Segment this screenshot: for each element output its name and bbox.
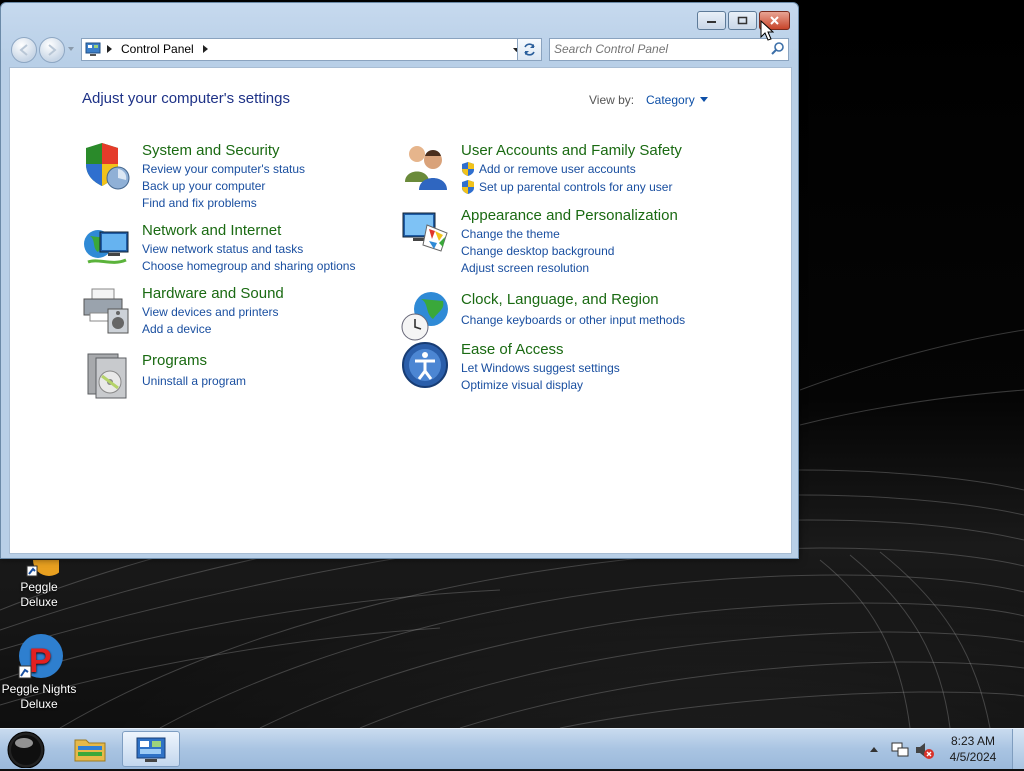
desktop-icon-label: Peggle Deluxe [20, 580, 58, 609]
back-button[interactable] [11, 37, 37, 63]
refresh-icon [524, 43, 535, 56]
minimize-button[interactable] [697, 11, 726, 30]
programs-icon [87, 353, 127, 399]
category-title[interactable]: Clock, Language, and Region [461, 291, 659, 308]
maximize-button[interactable] [728, 11, 757, 30]
desktop-icon-peggle-deluxe[interactable]: Peggle Deluxe [0, 560, 78, 610]
breadcrumb-separator-icon[interactable] [203, 45, 208, 53]
uac-shield-icon [462, 162, 474, 176]
category-link[interactable]: Add or remove user accounts [479, 162, 636, 176]
category-title[interactable]: Ease of Access [461, 341, 564, 358]
tray-icons [870, 742, 934, 759]
category-user-accounts: User Accounts and Family Safety Add or r… [401, 142, 711, 194]
folder-icon [74, 739, 106, 762]
category-title[interactable]: Appearance and Personalization [461, 207, 678, 224]
volume-muted-icon[interactable] [916, 743, 934, 759]
category-clock-language-region: Clock, Language, and Region Change keybo… [401, 291, 711, 341]
mouse-cursor-icon [760, 20, 774, 41]
category-link[interactable]: Change keyboards or other input methods [461, 313, 685, 327]
taskbar-explorer-button[interactable] [62, 731, 118, 765]
printer-speaker-icon [83, 288, 129, 334]
category-link[interactable]: View devices and printers [142, 305, 279, 319]
breadcrumb-control-panel[interactable]: Control Panel [121, 42, 194, 56]
caption-buttons [695, 11, 790, 30]
category-link[interactable]: Choose homegroup and sharing options [142, 259, 355, 273]
start-button[interactable] [5, 730, 47, 769]
clock-time: 8:23 AM [950, 734, 996, 748]
clock-globe-icon [401, 292, 448, 341]
system-tray [866, 735, 946, 763]
category-link[interactable]: Review your computer's status [142, 162, 305, 176]
category-title[interactable]: Programs [142, 352, 207, 369]
users-icon [405, 146, 447, 190]
peggle-nights-icon: P [18, 634, 63, 680]
peggle-icon [26, 560, 59, 577]
refresh-button[interactable] [517, 38, 542, 61]
recent-pages-chevron-icon[interactable] [67, 45, 75, 53]
category-network-and-internet: Network and Internet View network status… [82, 222, 372, 273]
category-title[interactable]: User Accounts and Family Safety [461, 142, 682, 159]
control-panel-icon [85, 42, 101, 56]
category-link[interactable]: Set up parental controls for any user [479, 180, 672, 194]
address-bar[interactable]: Control Panel [81, 38, 526, 61]
control-panel-icon [136, 737, 166, 762]
search-icon[interactable] [771, 42, 785, 56]
monitor-palette-icon [402, 212, 448, 252]
category-link[interactable]: Find and fix problems [142, 196, 257, 210]
desktop-icon-label: Peggle Nights Deluxe [1, 682, 77, 711]
category-appearance: Appearance and Personalization Change th… [401, 207, 711, 277]
control-panel-content: Adjust your computer's settings View by:… [9, 67, 792, 554]
breadcrumb-separator-icon[interactable] [107, 45, 112, 53]
category-link[interactable]: Adjust screen resolution [461, 261, 589, 275]
minimize-icon [707, 21, 716, 23]
svg-text:P: P [29, 642, 52, 680]
search-box[interactable] [549, 38, 789, 61]
show-desktop-button[interactable] [1012, 729, 1024, 769]
category-link[interactable]: Add a device [142, 322, 211, 336]
view-by-label: View by: [589, 93, 635, 107]
category-link[interactable]: Change the theme [461, 227, 560, 241]
page-title: Adjust your computer's settings [82, 90, 290, 107]
view-by-value: Category [646, 93, 695, 107]
network-icon[interactable] [891, 742, 909, 757]
category-programs: Programs Uninstall a program [82, 352, 342, 402]
category-title[interactable]: Network and Internet [142, 222, 281, 239]
search-input[interactable] [554, 41, 760, 56]
ease-of-access-icon [402, 342, 448, 388]
category-title[interactable]: Hardware and Sound [142, 285, 284, 302]
taskbar: 8:23 AM 4/5/2024 [0, 728, 1024, 769]
globe-network-icon [84, 230, 129, 264]
taskbar-clock[interactable]: 8:23 AM 4/5/2024 [944, 733, 1002, 765]
clock-date: 4/5/2024 [949, 750, 997, 764]
category-system-and-security: System and Security Review your computer… [82, 142, 342, 212]
category-link[interactable]: Change desktop background [461, 244, 614, 258]
show-hidden-icons-icon[interactable] [870, 747, 878, 752]
uac-shield-icon [462, 180, 474, 194]
category-link[interactable]: Back up your computer [142, 179, 265, 193]
category-hardware-and-sound: Hardware and Sound View devices and prin… [82, 285, 342, 345]
forward-button[interactable] [39, 37, 65, 63]
view-by-dropdown[interactable]: Category [646, 93, 708, 107]
category-link[interactable]: Uninstall a program [142, 374, 246, 388]
category-link[interactable]: Let Windows suggest settings [461, 361, 620, 375]
category-title[interactable]: System and Security [142, 142, 280, 159]
shield-icon [86, 143, 130, 190]
start-orb-icon [7, 731, 45, 769]
control-panel-window: Control Panel Adjust your computer's set… [0, 2, 799, 559]
maximize-icon [737, 16, 748, 25]
category-link[interactable]: View network status and tasks [142, 242, 303, 256]
navigation-bar: Control Panel [9, 37, 790, 63]
category-link[interactable]: Optimize visual display [461, 378, 583, 392]
category-ease-of-access: Ease of Access Let Windows suggest setti… [401, 341, 711, 392]
back-arrow-icon [19, 44, 28, 56]
desktop-icon-peggle-nights-deluxe[interactable]: P Peggle Nights Deluxe [0, 632, 78, 712]
chevron-down-icon [699, 97, 708, 102]
forward-arrow-icon [48, 44, 57, 56]
taskbar-control-panel-button[interactable] [122, 731, 180, 767]
